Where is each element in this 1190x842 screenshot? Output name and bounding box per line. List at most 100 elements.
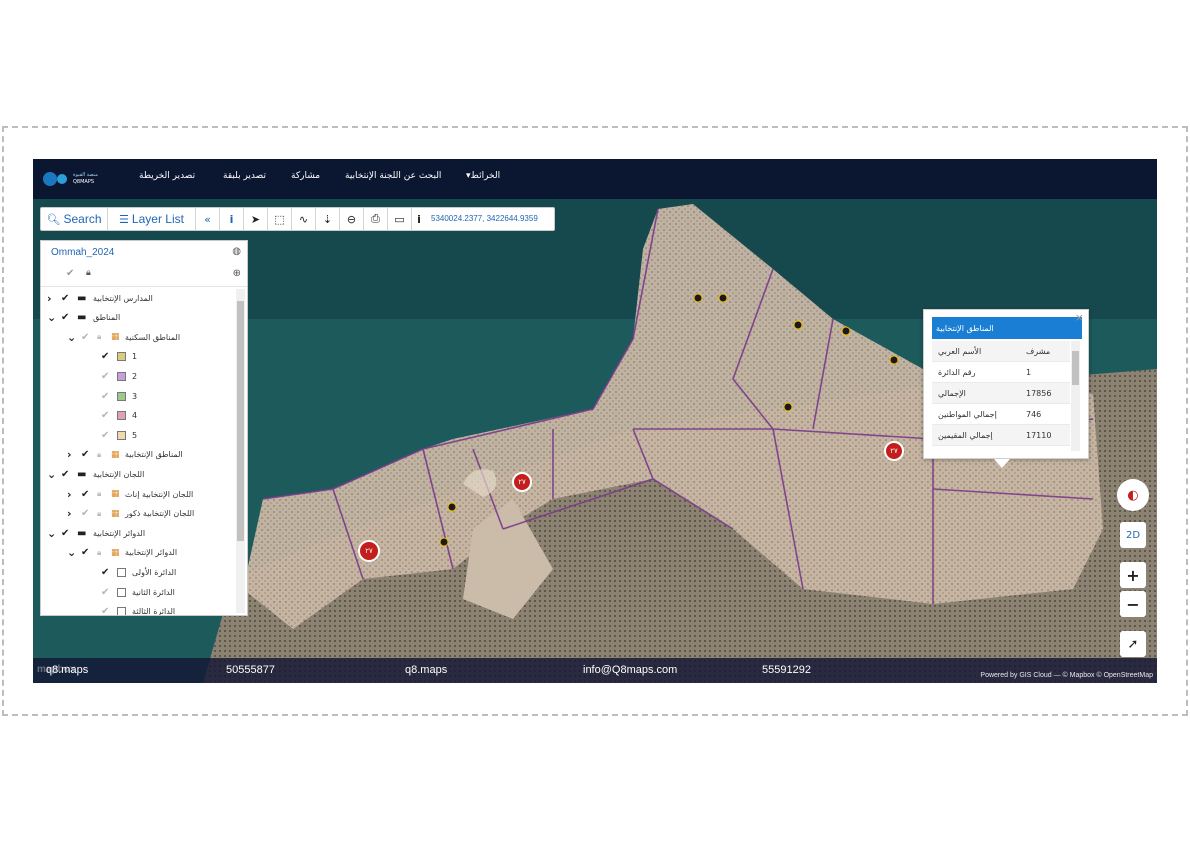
coords-info-button[interactable]: i: [412, 208, 426, 230]
lock-icon[interactable]: 🔒︎: [97, 548, 111, 558]
print-button[interactable]: ⎙: [364, 208, 388, 230]
layer-tree-row[interactable]: ⌄ ✔ ▬ المناطق: [47, 309, 120, 327]
visibility-check-icon[interactable]: ✔: [101, 567, 117, 578]
layer-tree-row[interactable]: ✔ الدائرة الثالثة: [87, 603, 176, 616]
lock-icon[interactable]: 🔒︎: [97, 509, 111, 519]
basemap-button[interactable]: ▭: [388, 208, 412, 230]
footer-handle[interactable]: q8.maps: [405, 664, 447, 676]
visibility-check-icon[interactable]: ✔: [61, 293, 77, 304]
map-toolbar: 🔍︎ Search ☰ Layer List « i ➤ ⬚ ∿ ⇣ ⊖ ⎙ ▭ i…: [40, 207, 555, 231]
visibility-check-icon[interactable]: ✔: [101, 391, 117, 402]
popup-row: إجمالي المقيمين 17110: [932, 425, 1070, 446]
nav-export-map[interactable]: تصدير الخريطة: [139, 171, 195, 181]
layer-tree-row[interactable]: ⌄ ✔ 🔒︎ ▦ المناطق السكنية: [67, 328, 180, 346]
nav-maps-dropdown[interactable]: ▾الخرائط: [466, 171, 500, 181]
folder-icon: ▬: [77, 312, 87, 324]
layer-tree-row[interactable]: ⌄ ✔ ▬ الدوائر الإنتخابية: [47, 524, 145, 542]
layer-tree-row[interactable]: ✔ 3: [87, 387, 137, 405]
location-button[interactable]: ⇣: [316, 208, 340, 230]
close-icon[interactable]: ×: [1075, 311, 1084, 324]
collapse-toolbar-button[interactable]: «: [196, 208, 220, 230]
lock-icon[interactable]: 🔒︎: [97, 332, 111, 342]
committee-marker[interactable]: ٢٧: [884, 441, 904, 461]
lock-icon[interactable]: 🔒︎: [86, 268, 91, 278]
footer-phone-1[interactable]: 50555877: [226, 664, 275, 676]
layer-tree-row[interactable]: ✔ 5: [87, 426, 137, 444]
layer-tree-row[interactable]: ✔ الدائرة الثانية: [87, 583, 175, 601]
committee-marker[interactable]: ٢٧: [358, 540, 380, 562]
pointer-button[interactable]: ➤: [244, 208, 268, 230]
visibility-check-icon[interactable]: ✔: [101, 410, 117, 421]
list-icon: ☰: [119, 212, 129, 226]
navigation-arrow-icon: ➚: [1127, 636, 1139, 652]
globe-icon[interactable]: ◍: [232, 246, 241, 257]
committee-marker[interactable]: ٢٧: [512, 472, 532, 492]
scrollbar-thumb[interactable]: [1072, 351, 1079, 385]
footer-phone-2[interactable]: 55591292: [762, 664, 811, 676]
chevron-icon[interactable]: ⌄: [67, 331, 81, 344]
visibility-check-icon[interactable]: ✔: [61, 312, 77, 323]
layer-tree-row[interactable]: › ✔ 🔒︎ ▦ اللجان الإنتخابية إناث: [67, 485, 193, 503]
nav-export-layer[interactable]: تصدير بلبقة: [223, 171, 266, 181]
chevron-icon[interactable]: ⌄: [47, 311, 61, 324]
layer-list-button[interactable]: ☰ Layer List: [108, 208, 196, 230]
layer-label: الدائرة الثالثة: [132, 607, 176, 616]
nav-share[interactable]: مشاركة: [291, 171, 320, 181]
visibility-check-icon[interactable]: ✔: [81, 332, 97, 343]
view-mode-toggle[interactable]: 2D: [1120, 522, 1146, 548]
popup-scrollbar[interactable]: [1071, 341, 1080, 451]
measure-button[interactable]: ∿: [292, 208, 316, 230]
chevron-icon[interactable]: ›: [67, 488, 81, 501]
layer-tree-row[interactable]: › ✔ 🔒︎ ▦ اللجان الإنتخابية ذكور: [67, 505, 194, 523]
nav-search-committee[interactable]: البحث عن اللجنة الإنتخابية: [345, 171, 441, 181]
visibility-check-icon[interactable]: ✔: [101, 371, 117, 382]
chevron-icon[interactable]: ›: [67, 448, 81, 461]
scrollbar-thumb[interactable]: [237, 301, 244, 541]
chevron-icon[interactable]: ⌄: [47, 527, 61, 540]
compass-button[interactable]: ◐: [1117, 479, 1149, 511]
chevron-icon[interactable]: ⌄: [47, 468, 61, 481]
popup-key: الأسم العربي: [938, 347, 982, 356]
visibility-check-icon[interactable]: ✔: [81, 547, 97, 558]
layer-tree-row[interactable]: ✔ الدائرة الأولى: [87, 563, 176, 581]
zoom-layer-icon[interactable]: ⊕: [233, 268, 241, 279]
layer-panel-scrollbar[interactable]: [236, 289, 245, 613]
visibility-check-icon[interactable]: ✔: [101, 587, 117, 598]
chevron-icon[interactable]: ⌄: [67, 546, 81, 559]
visibility-check-icon[interactable]: ✔: [101, 606, 117, 615]
visibility-check-icon[interactable]: ✔: [81, 489, 97, 500]
layer-tree-row[interactable]: ✔ 1: [87, 348, 137, 366]
visibility-check-icon[interactable]: ✔: [61, 528, 77, 539]
layer-tree-row[interactable]: ⌄ ✔ 🔒︎ ▦ الدوائر الإنتخابية: [67, 544, 177, 562]
layer-tree-row[interactable]: › ✔ 🔒︎ ▦ المناطق الإنتخابية: [67, 446, 183, 464]
layer-label: الدائرة الثانية: [132, 587, 175, 597]
app-logo[interactable]: منصة القبوة Q8MAPS: [41, 166, 105, 192]
popup-row: الأسم العربي مشرف: [932, 341, 1070, 362]
map-attribution[interactable]: Powered by GIS Cloud — © Mapbox © OpenSt…: [980, 672, 1153, 679]
visibility-check-icon[interactable]: ✔: [61, 469, 77, 480]
zoom-in-button[interactable]: +: [1120, 562, 1146, 588]
visibility-check-icon[interactable]: ✔: [101, 351, 117, 362]
chevron-icon[interactable]: ›: [67, 507, 81, 520]
legend-swatch: [117, 430, 126, 440]
visibility-check-icon[interactable]: ✔: [101, 430, 117, 441]
visibility-check-icon[interactable]: ✔: [81, 508, 97, 519]
lock-icon[interactable]: 🔒︎: [97, 489, 111, 499]
chevron-icon[interactable]: ›: [47, 292, 61, 305]
locate-me-button[interactable]: ➚: [1120, 631, 1146, 657]
layer-list-label: Layer List: [131, 212, 184, 226]
layer-tree-row[interactable]: ✔ 2: [87, 367, 137, 385]
layer-tree-row[interactable]: › ✔ ▬ المدارس الإنتخابية: [47, 289, 153, 307]
layer-tree-row[interactable]: ✔ 4: [87, 407, 137, 425]
search-button[interactable]: 🔍︎ Search: [41, 208, 108, 230]
select-box-button[interactable]: ⬚: [268, 208, 292, 230]
visibility-check-icon[interactable]: ✔: [81, 449, 97, 460]
zoom-out-button[interactable]: −: [1120, 591, 1146, 617]
zoom-out-tool-button[interactable]: ⊖: [340, 208, 364, 230]
identify-button[interactable]: i: [220, 208, 244, 230]
legend-swatch: [117, 567, 126, 577]
check-all-icon[interactable]: ✔: [66, 268, 74, 279]
layer-tree-row[interactable]: ⌄ ✔ ▬ اللجان الإنتخابية: [47, 465, 144, 483]
lock-icon[interactable]: 🔒︎: [97, 450, 111, 460]
footer-email[interactable]: info@Q8maps.com: [583, 664, 677, 676]
